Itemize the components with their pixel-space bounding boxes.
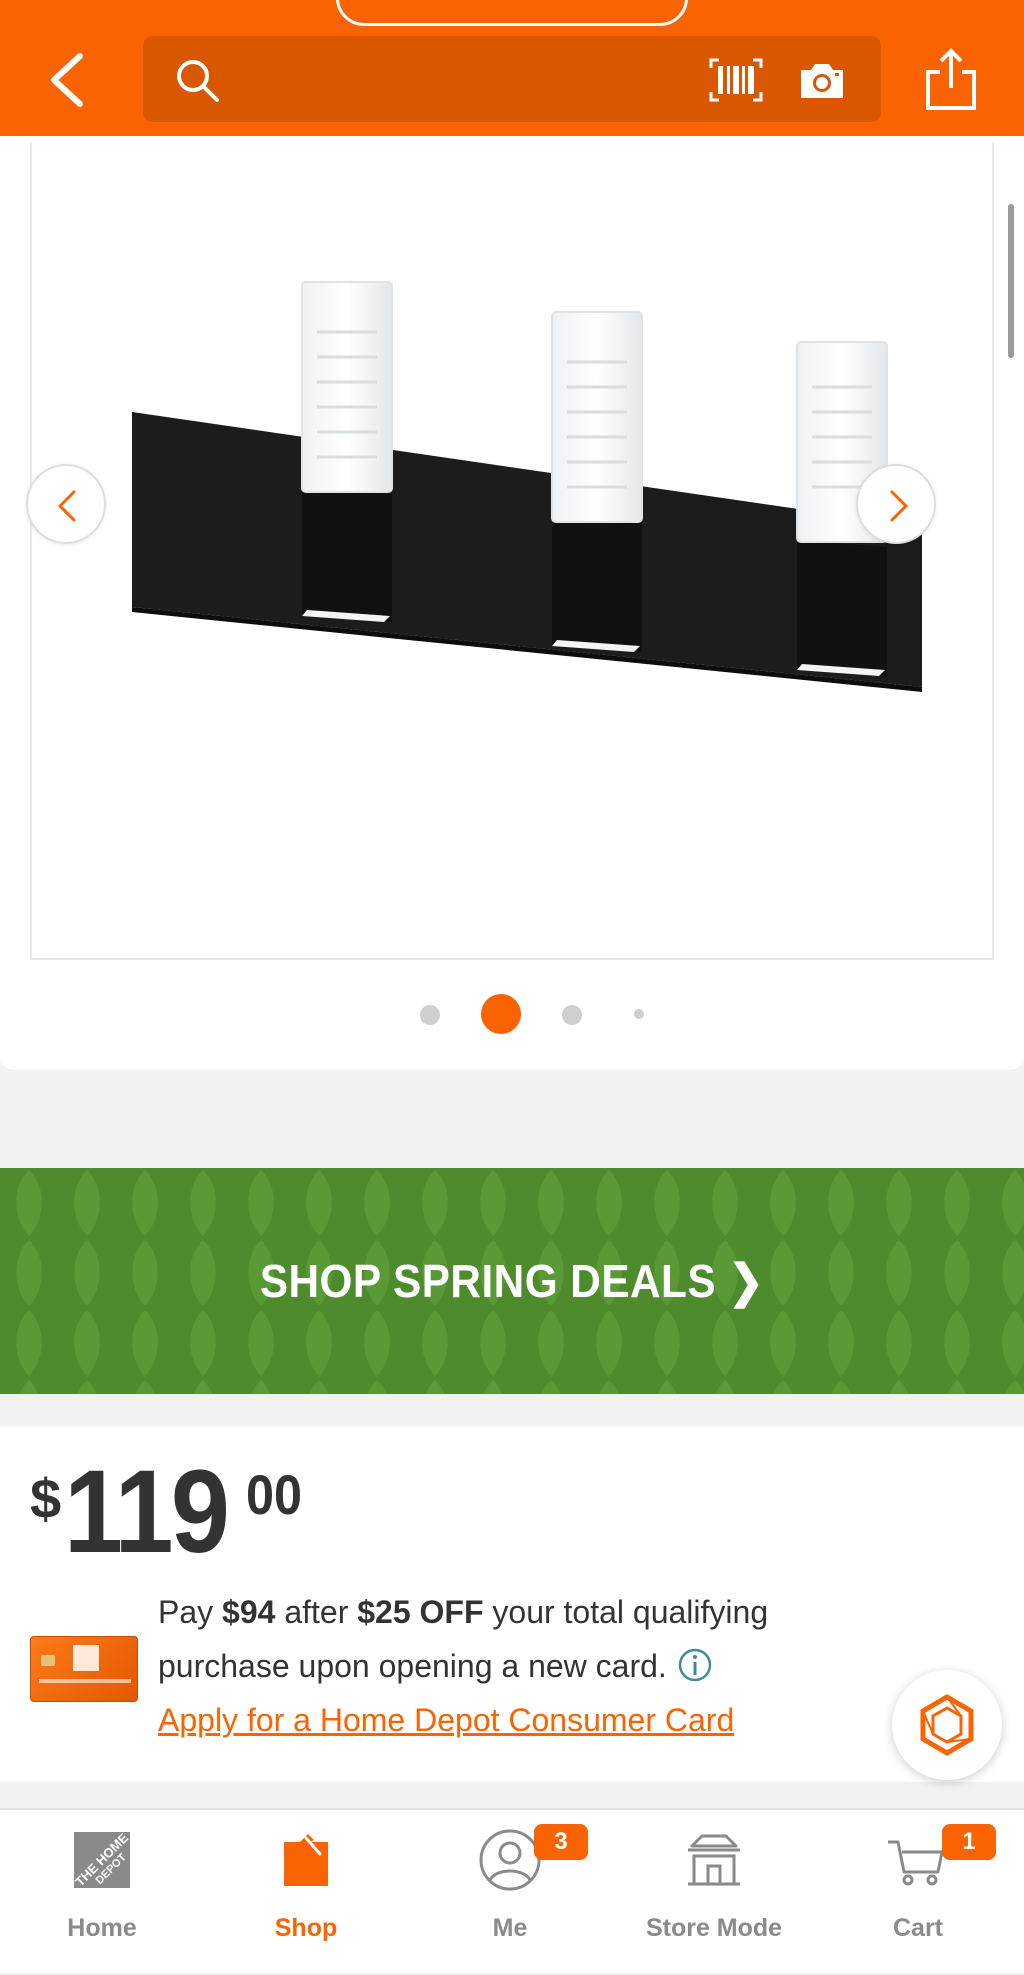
search-icon bbox=[177, 60, 219, 102]
offer-text-line2: purchase upon opening a new card. bbox=[158, 1648, 713, 1685]
bottom-navigation: THE HOME DEPOT Home Shop 3 Me Store Mode bbox=[0, 1808, 1024, 1973]
spring-deals-banner[interactable]: SHOP SPRING DEALS ❯ bbox=[0, 1168, 1024, 1394]
store-icon bbox=[688, 1834, 740, 1886]
back-button[interactable] bbox=[44, 50, 92, 110]
header-promo-pill[interactable] bbox=[336, 0, 688, 26]
gallery-next-button[interactable] bbox=[856, 464, 936, 544]
offer-after-text: after bbox=[275, 1594, 358, 1630]
camera-icon[interactable] bbox=[799, 60, 845, 100]
chevron-left-icon bbox=[51, 53, 83, 107]
share-button[interactable] bbox=[924, 48, 978, 112]
banner-label: SHOP SPRING DEALS ❯ bbox=[259, 1255, 765, 1307]
offer-text-line1: Pay $94 after $25 OFF your total qualify… bbox=[158, 1594, 768, 1631]
pagination-dot[interactable] bbox=[634, 1009, 644, 1019]
user-icon bbox=[479, 1829, 541, 1891]
home-depot-logo-icon bbox=[73, 1645, 99, 1671]
pagination-dot-active[interactable] bbox=[481, 994, 521, 1034]
card-number-strip bbox=[39, 1679, 131, 1683]
price-cents: 00 bbox=[246, 1463, 303, 1526]
apply-card-link[interactable]: Apply for a Home Depot Consumer Card bbox=[158, 1702, 734, 1739]
top-header bbox=[0, 0, 1024, 136]
gallery-pagination bbox=[0, 994, 1024, 1034]
scrollbar[interactable] bbox=[1008, 204, 1014, 358]
gallery-prev-button[interactable] bbox=[26, 464, 106, 544]
product-image-frame[interactable] bbox=[30, 142, 994, 960]
cart-icon bbox=[888, 1840, 944, 1886]
nav-home[interactable]: THE HOME DEPOT Home bbox=[0, 1810, 204, 1975]
share-icon bbox=[926, 48, 976, 110]
nav-label: Home bbox=[67, 1914, 137, 1942]
nav-label: Cart bbox=[892, 1914, 943, 1942]
cart-badge: 1 bbox=[942, 1824, 996, 1860]
price-section: $ 119 00 Pay $94 after $25 OFF your tota… bbox=[0, 1426, 1024, 1782]
nav-label: Store Mode bbox=[645, 1914, 783, 1942]
price-currency: $ bbox=[30, 1467, 62, 1530]
shop-icon bbox=[284, 1834, 328, 1886]
search-input[interactable] bbox=[143, 36, 881, 122]
hexagon-logo-icon bbox=[920, 1694, 974, 1756]
offer-line2-text: purchase upon opening a new card. bbox=[158, 1648, 667, 1684]
info-icon[interactable] bbox=[677, 1647, 713, 1683]
offer-line1-suffix: your total qualifying bbox=[483, 1594, 769, 1630]
offer-pay-amount: $94 bbox=[222, 1594, 276, 1630]
nav-store-mode[interactable]: Store Mode bbox=[612, 1810, 816, 1975]
offer-discount: $25 OFF bbox=[357, 1594, 484, 1630]
credit-card-image bbox=[30, 1636, 138, 1702]
pagination-dot[interactable] bbox=[420, 1005, 440, 1025]
nav-cart[interactable]: 1 Cart bbox=[816, 1810, 1020, 1975]
me-badge: 3 bbox=[534, 1824, 588, 1860]
product-gallery bbox=[0, 136, 1024, 1070]
chevron-right-icon bbox=[890, 490, 908, 522]
nav-label: Me bbox=[492, 1914, 528, 1942]
assistant-button[interactable] bbox=[892, 1670, 1002, 1780]
nav-me[interactable]: 3 Me bbox=[408, 1810, 612, 1975]
price-dollars: 119 bbox=[64, 1446, 230, 1578]
nav-shop[interactable]: Shop bbox=[204, 1810, 408, 1975]
home-depot-logo-icon: THE HOME DEPOT bbox=[72, 1830, 131, 1889]
barcode-icon[interactable] bbox=[709, 58, 763, 102]
card-chip bbox=[41, 1655, 55, 1666]
offer-pay-prefix: Pay bbox=[158, 1594, 223, 1630]
pagination-dot[interactable] bbox=[562, 1005, 582, 1025]
product-image bbox=[132, 281, 922, 692]
chevron-left-icon bbox=[58, 490, 76, 522]
nav-label: Shop bbox=[274, 1914, 338, 1942]
